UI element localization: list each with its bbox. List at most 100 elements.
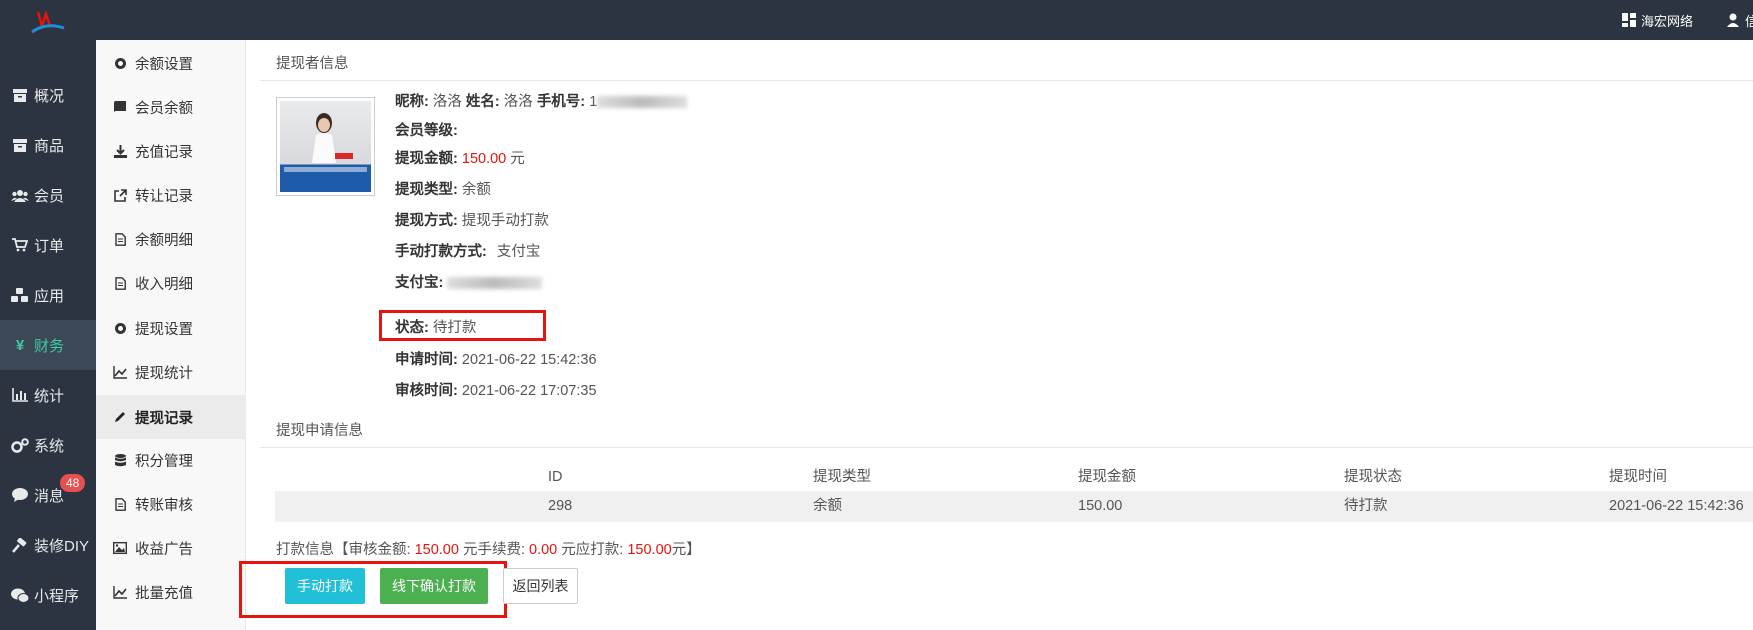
column-header-id: ID [548, 469, 563, 485]
column-header-amount: 提现金额 [1078, 469, 1136, 485]
subnav-item-withdraw-settings[interactable]: 提现设置 [96, 306, 246, 350]
subnav-label: 转让记录 [135, 188, 193, 205]
subnav-item-transfer-records[interactable]: 转让记录 [96, 173, 246, 217]
nav-item-system[interactable]: 系统 [0, 420, 96, 470]
subnav-item-transfer-review[interactable]: 转账审核 [96, 482, 246, 526]
back-to-list-button[interactable]: 返回列表 [503, 568, 578, 604]
fee-label: 元手续费: [462, 542, 525, 558]
subnav-label: 收入明细 [135, 276, 193, 293]
avatar-image [280, 101, 371, 192]
users-icon [11, 186, 29, 204]
bar-chart-icon [11, 386, 29, 404]
method-label: 提现方式: [395, 213, 458, 229]
phone-value: 1 [589, 94, 598, 110]
main-content: 提现者信息 昵称: 洛洛 姓名: 洛洛 手机号: 1 会员等级: 提现金额: 1… [239, 40, 1753, 630]
main-nav: 概况 商品 会员 订单 应用 ¥ 财务 统计 系统 消息 48 装修DIY 小程… [0, 40, 96, 630]
subnav-label: 收益广告 [135, 541, 193, 558]
dashboard-icon [1622, 13, 1636, 27]
review-time-value: 2021-06-22 17:07:35 [461, 383, 597, 399]
user-menu[interactable]: 信 [1726, 0, 1753, 40]
wechat-icon [11, 586, 29, 604]
divider [260, 80, 1753, 81]
nav-item-statistics[interactable]: 统计 [0, 370, 96, 420]
alipay-label: 支付宝: [395, 275, 444, 291]
subnav-item-points-management[interactable]: 积分管理 [96, 438, 246, 482]
alipay-row: 支付宝: [395, 271, 543, 292]
application-section-title: 提现申请信息 [276, 423, 363, 439]
subnav-item-withdraw-statistics[interactable]: 提现统计 [96, 350, 246, 394]
portrait-image [284, 113, 367, 172]
nav-item-miniprogram[interactable]: 小程序 [0, 570, 96, 620]
column-header-time: 提现时间 [1609, 469, 1667, 485]
column-header-type: 提现类型 [813, 469, 871, 485]
nav-label: 会员 [34, 187, 65, 205]
subnav-item-balance-settings[interactable]: 余额设置 [96, 41, 246, 85]
cell-amount: 150.00 [1078, 498, 1123, 514]
subnav-label: 提现统计 [135, 365, 193, 382]
amount-row: 提现金额: 150.00 元 [395, 147, 525, 168]
subnav-item-balance-details[interactable]: 余额明细 [96, 217, 246, 261]
subnav-item-income-details[interactable]: 收入明细 [96, 261, 246, 305]
nav-item-apps[interactable]: 应用 [0, 270, 96, 320]
finance-subnav: 余额设置 会员余额 充值记录 转让记录 余额明细 收入明细 提现设置 提现统计 … [96, 40, 246, 630]
table-header: ID 提现类型 提现金额 提现状态 提现时间 [275, 462, 1753, 493]
manual-method-row: 手动打款方式: 支付宝 [395, 240, 540, 261]
network-menu[interactable]: 海宏网络 [1622, 0, 1693, 40]
nickname-value: 洛洛 [432, 94, 462, 110]
top-bar: 海宏网络 信 [0, 0, 1753, 40]
withdrawer-section-title: 提现者信息 [276, 56, 349, 72]
cell-status: 待打款 [1344, 498, 1388, 514]
file-icon [113, 497, 127, 511]
subnav-item-withdraw-records[interactable]: 提现记录 [96, 395, 246, 439]
line-chart-icon [113, 585, 127, 599]
cell-type: 余额 [813, 498, 842, 514]
manual-pay-button[interactable]: 手动打款 [285, 568, 365, 604]
name-label: 姓名: [465, 94, 500, 110]
should-pay-label: 元应打款: [561, 542, 624, 558]
external-link-icon [113, 188, 127, 202]
box-icon [11, 86, 29, 104]
payment-suffix: 元】 [671, 542, 701, 558]
method-value: 提现手动打款 [461, 213, 549, 229]
subnav-label: 提现设置 [135, 321, 193, 338]
nav-label: 商品 [34, 137, 65, 155]
nav-item-orders[interactable]: 订单 [0, 220, 96, 270]
type-row: 提现类型: 余额 [395, 178, 491, 199]
method-row: 提现方式: 提现手动打款 [395, 209, 549, 230]
name-value: 洛洛 [503, 94, 533, 110]
gavel-icon [11, 536, 29, 554]
table-row: 298 余额 150.00 待打款 2021-06-22 15:42:36 [275, 491, 1753, 522]
nav-item-finance[interactable]: ¥ 财务 [0, 320, 96, 370]
fee-value: 0.00 [529, 542, 558, 558]
subnav-label: 批量充值 [135, 585, 193, 602]
nickname-label: 昵称: [395, 94, 429, 110]
subnav-item-revenue-ads[interactable]: 收益广告 [96, 526, 246, 570]
subnav-item-member-balance[interactable]: 会员余额 [96, 85, 246, 129]
subnav-item-recharge-records[interactable]: 充值记录 [96, 129, 246, 173]
nav-item-overview[interactable]: 概况 [0, 70, 96, 120]
level-label: 会员等级: [395, 123, 458, 139]
file-icon [113, 232, 127, 246]
amount-value: 150.00 [461, 151, 507, 167]
subnav-item-batch-recharge[interactable]: 批量充值 [96, 570, 246, 614]
subnav-label: 充值记录 [135, 144, 193, 161]
nav-item-goods[interactable]: 商品 [0, 120, 96, 170]
apply-time-label: 申请时间: [395, 352, 458, 368]
nav-label: 小程序 [34, 587, 80, 605]
manual-method-value: 支付宝 [496, 244, 541, 260]
nav-label: 系统 [34, 437, 65, 455]
type-value: 余额 [461, 182, 491, 198]
line-chart-icon [113, 365, 127, 379]
nav-item-decoration[interactable]: 装修DIY [0, 520, 96, 570]
image-icon [113, 541, 127, 555]
offline-confirm-pay-button[interactable]: 线下确认打款 [380, 568, 488, 604]
nav-label: 消息 [34, 487, 65, 505]
subnav-label: 余额明细 [135, 232, 193, 249]
logo[interactable] [28, 8, 68, 38]
pencil-icon [113, 410, 127, 424]
nav-item-members[interactable]: 会员 [0, 170, 96, 220]
nav-item-messages[interactable]: 消息 48 [0, 470, 96, 520]
should-pay-value: 150.00 [627, 542, 672, 558]
phone-label: 手机号: [536, 94, 586, 110]
nav-label: 应用 [34, 287, 65, 305]
